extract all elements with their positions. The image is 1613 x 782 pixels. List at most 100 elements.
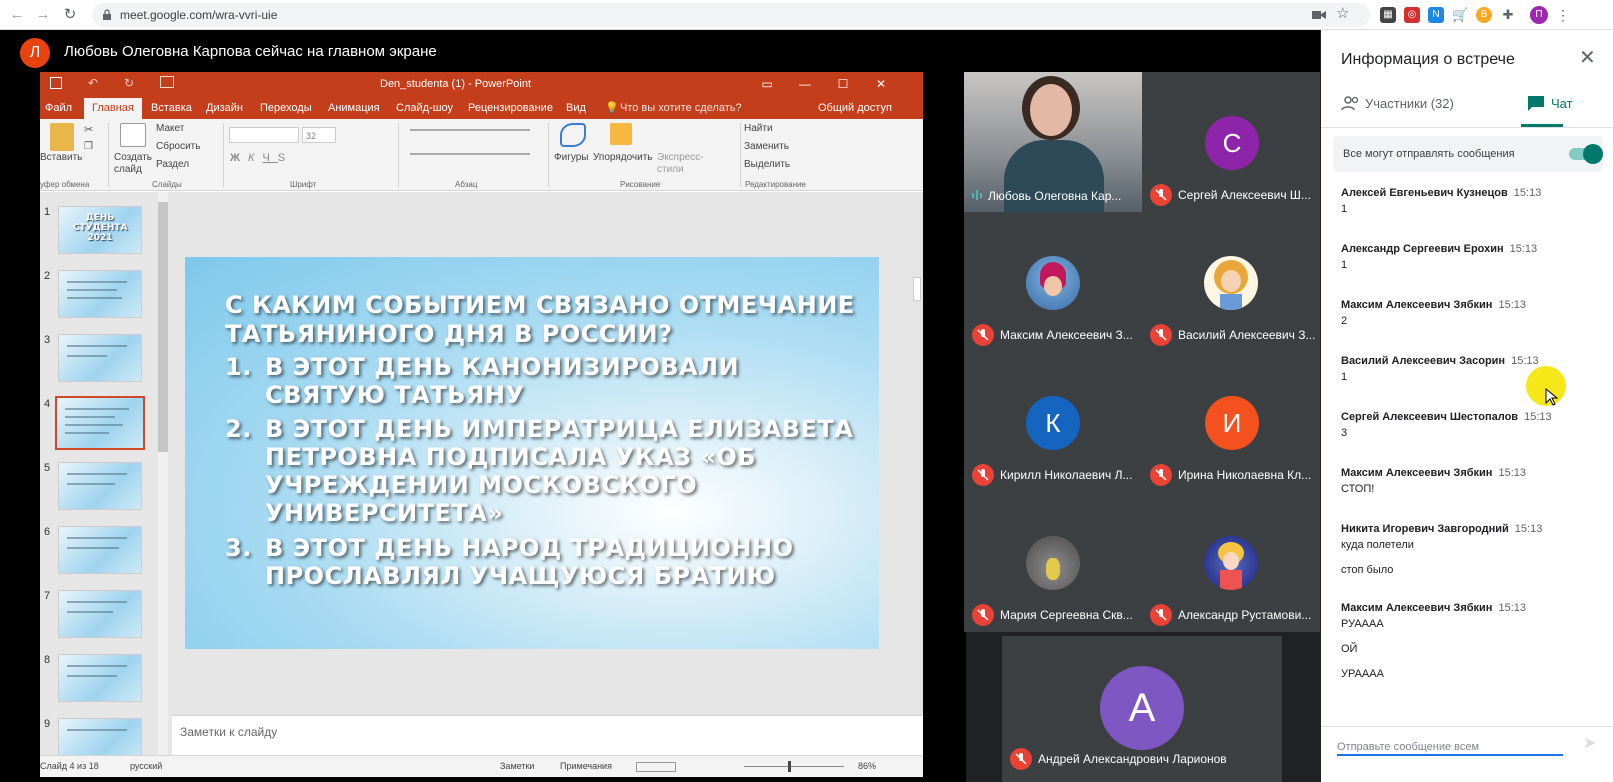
- save-icon: [50, 77, 62, 89]
- message-text: 3: [1341, 427, 1348, 439]
- extension-icon[interactable]: ◎: [1404, 7, 1420, 23]
- paragraph-group-label: Абзац: [455, 180, 478, 189]
- chat-message: Максим Алексеевич Зябкин 15:13 2: [1341, 298, 1601, 328]
- thumb-number: 3: [44, 334, 51, 346]
- forward-icon[interactable]: →: [34, 6, 52, 24]
- slide-thumbnail: [58, 654, 142, 702]
- slideshow-icon: [160, 76, 174, 88]
- participant-tile[interactable]: К Кирилл Николаевич Л...: [964, 352, 1142, 492]
- thumb-number: 1: [44, 206, 51, 218]
- mic-off-icon: [972, 464, 994, 486]
- separator: [108, 123, 109, 187]
- drawing-group-label: Рисование: [620, 180, 661, 189]
- star-icon[interactable]: ☆: [1336, 6, 1349, 22]
- sender-name: Александр Сергеевич Ерохин 15:13: [1341, 242, 1601, 256]
- presenter-banner-text: Любовь Олеговна Карпова сейчас на главно…: [64, 43, 437, 60]
- ppt-tab: Рецензирование: [468, 102, 553, 114]
- sender-name-text: Максим Алексеевич Зябкин: [1341, 467, 1493, 479]
- camera-icon[interactable]: [1312, 9, 1326, 21]
- slide-title: С КАКИМ СОБЫТИЕМ СВЯЗАНО ОТМЕЧАНИЕ ТАТЬЯ…: [225, 291, 855, 348]
- tab-chat[interactable]: Чат: [1551, 96, 1573, 112]
- participant-tile[interactable]: Александр Рустамови...: [1142, 492, 1320, 632]
- puzzle-icon[interactable]: ✚: [1500, 7, 1516, 23]
- ppt-tab-active: Главная: [84, 98, 142, 119]
- lock-icon: [103, 9, 111, 20]
- scrollbar-thumb: [158, 202, 168, 452]
- mic-off-icon: [972, 604, 994, 626]
- slide-counter: Слайд 4 из 18: [40, 761, 99, 771]
- message-time: 15:13: [1498, 299, 1526, 311]
- sender-name-text: Максим Алексеевич Зябкин: [1341, 299, 1493, 311]
- item-text: В ЭТОТ ДЕНЬ ИМПЕРАТРИЦА ЕЛИЗАВЕТА ПЕТРОВ…: [265, 415, 854, 527]
- participant-tile[interactable]: Василий Алексеевич З...: [1142, 212, 1320, 352]
- new-slide-icon: [120, 123, 146, 147]
- participant-name: Ирина Николаевна Кл...: [1178, 468, 1312, 482]
- sender-name-text: Сергей Алексеевич Шестопалов: [1341, 411, 1519, 423]
- sender-name: Никита Игоревич Завгородний 15:13: [1341, 522, 1601, 536]
- close-icon: ✕: [875, 77, 887, 91]
- participant-photo-avatar: [1204, 256, 1258, 310]
- maximize-icon: ☐: [837, 77, 849, 91]
- clipboard-group-label: уфер обмена: [40, 180, 90, 189]
- extension-icon[interactable]: ▦: [1380, 7, 1396, 23]
- mic-off-icon: [1010, 748, 1032, 770]
- participant-tile-video[interactable]: Любовь Олеговна Кар...: [964, 72, 1142, 212]
- work-scrollbar: [913, 277, 921, 301]
- message-time: 15:13: [1511, 355, 1539, 367]
- share-button: Общий доступ: [818, 102, 892, 114]
- item-text: В ЭТОТ ДЕНЬ КАНОНИЗИРОВАЛИ СВЯТУЮ ТАТЬЯН…: [265, 353, 740, 409]
- reload-icon[interactable]: ↻: [61, 6, 79, 24]
- tab-participants[interactable]: Участники (32): [1365, 96, 1454, 112]
- shapes-icon: [560, 123, 586, 147]
- close-icon[interactable]: ✕: [1579, 48, 1596, 68]
- participant-letter-avatar: А: [1100, 666, 1184, 750]
- participant-letter-avatar: С: [1205, 116, 1259, 170]
- sender-name: Максим Алексеевич Зябкин 15:13: [1341, 466, 1601, 480]
- slide-list-item: 1. В ЭТОТ ДЕНЬ КАНОНИЗИРОВАЛИ СВЯТУЮ ТАТ…: [225, 353, 865, 411]
- message-time: 15:13: [1498, 602, 1526, 614]
- participant-tile[interactable]: А Андрей Александрович Ларионов: [1002, 636, 1282, 782]
- notes-pane: Заметки к слайду: [172, 715, 923, 753]
- paragraph-icons: [410, 153, 530, 155]
- slide-thumbnail: [58, 462, 142, 510]
- participant-tile[interactable]: Мария Сергеевна Скв...: [964, 492, 1142, 632]
- cart-icon[interactable]: 🛒: [1452, 7, 1468, 23]
- separator: [223, 123, 224, 187]
- extension-new-icon[interactable]: N: [1428, 7, 1444, 23]
- sender-name: Максим Алексеевич Зябкин 15:13: [1341, 601, 1601, 615]
- slide-thumbnail: [58, 270, 142, 318]
- cut-icon: ✂: [84, 124, 94, 136]
- ppt-tab: Вставка: [151, 102, 192, 114]
- chat-input[interactable]: Отправьте сообщение всем: [1337, 740, 1479, 754]
- sender-name: Алексей Евгеньевич Кузнецов 15:13: [1341, 186, 1601, 200]
- item-number: 3.: [225, 534, 252, 562]
- address-bar[interactable]: meet.google.com/wra-vvri-uie ☆: [92, 3, 1370, 27]
- menu-icon[interactable]: ⋮: [1556, 7, 1570, 23]
- redo-icon: ↻: [124, 76, 135, 90]
- extension-icon[interactable]: B: [1476, 7, 1492, 23]
- ppt-tab: Вид: [566, 102, 586, 114]
- paragraph-icons: [410, 129, 530, 131]
- sender-name: Сергей Алексеевич Шестопалов 15:13: [1341, 410, 1601, 424]
- profile-avatar[interactable]: П: [1530, 6, 1548, 24]
- message-text: РУАААА: [1341, 618, 1384, 630]
- replace-button: Заменить: [744, 141, 789, 152]
- current-slide: С КАКИМ СОБЫТИЕМ СВЯЗАНО ОТМЕЧАНИЕ ТАТЬЯ…: [185, 257, 879, 649]
- url-text[interactable]: meet.google.com/wra-vvri-uie: [120, 7, 277, 23]
- participant-tile[interactable]: С Сергей Алексеевич Ш...: [1142, 72, 1320, 212]
- font-size-box: 32: [302, 127, 336, 143]
- ppt-window-title: Den_studenta (1) - PowerPoint: [380, 78, 532, 90]
- arrange-icon: [610, 123, 632, 145]
- participant-tile[interactable]: И Ирина Николаевна Кл...: [1142, 352, 1320, 492]
- participant-name: Кирилл Николаевич Л...: [1000, 468, 1133, 482]
- message-text: куда полетели: [1341, 539, 1414, 551]
- participant-name: Любовь Олеговна Кар...: [988, 189, 1122, 203]
- participant-tile[interactable]: Максим Алексеевич З...: [964, 212, 1142, 352]
- find-button: Найти: [744, 123, 773, 134]
- participant-name: Александр Рустамови...: [1178, 608, 1312, 622]
- send-icon[interactable]: ➤: [1583, 736, 1596, 752]
- thumb-number: 8: [44, 654, 51, 666]
- ppt-tab: Переходы: [260, 102, 312, 114]
- sender-name-text: Алексей Евгеньевич Кузнецов: [1341, 187, 1508, 199]
- back-icon[interactable]: ←: [8, 6, 26, 24]
